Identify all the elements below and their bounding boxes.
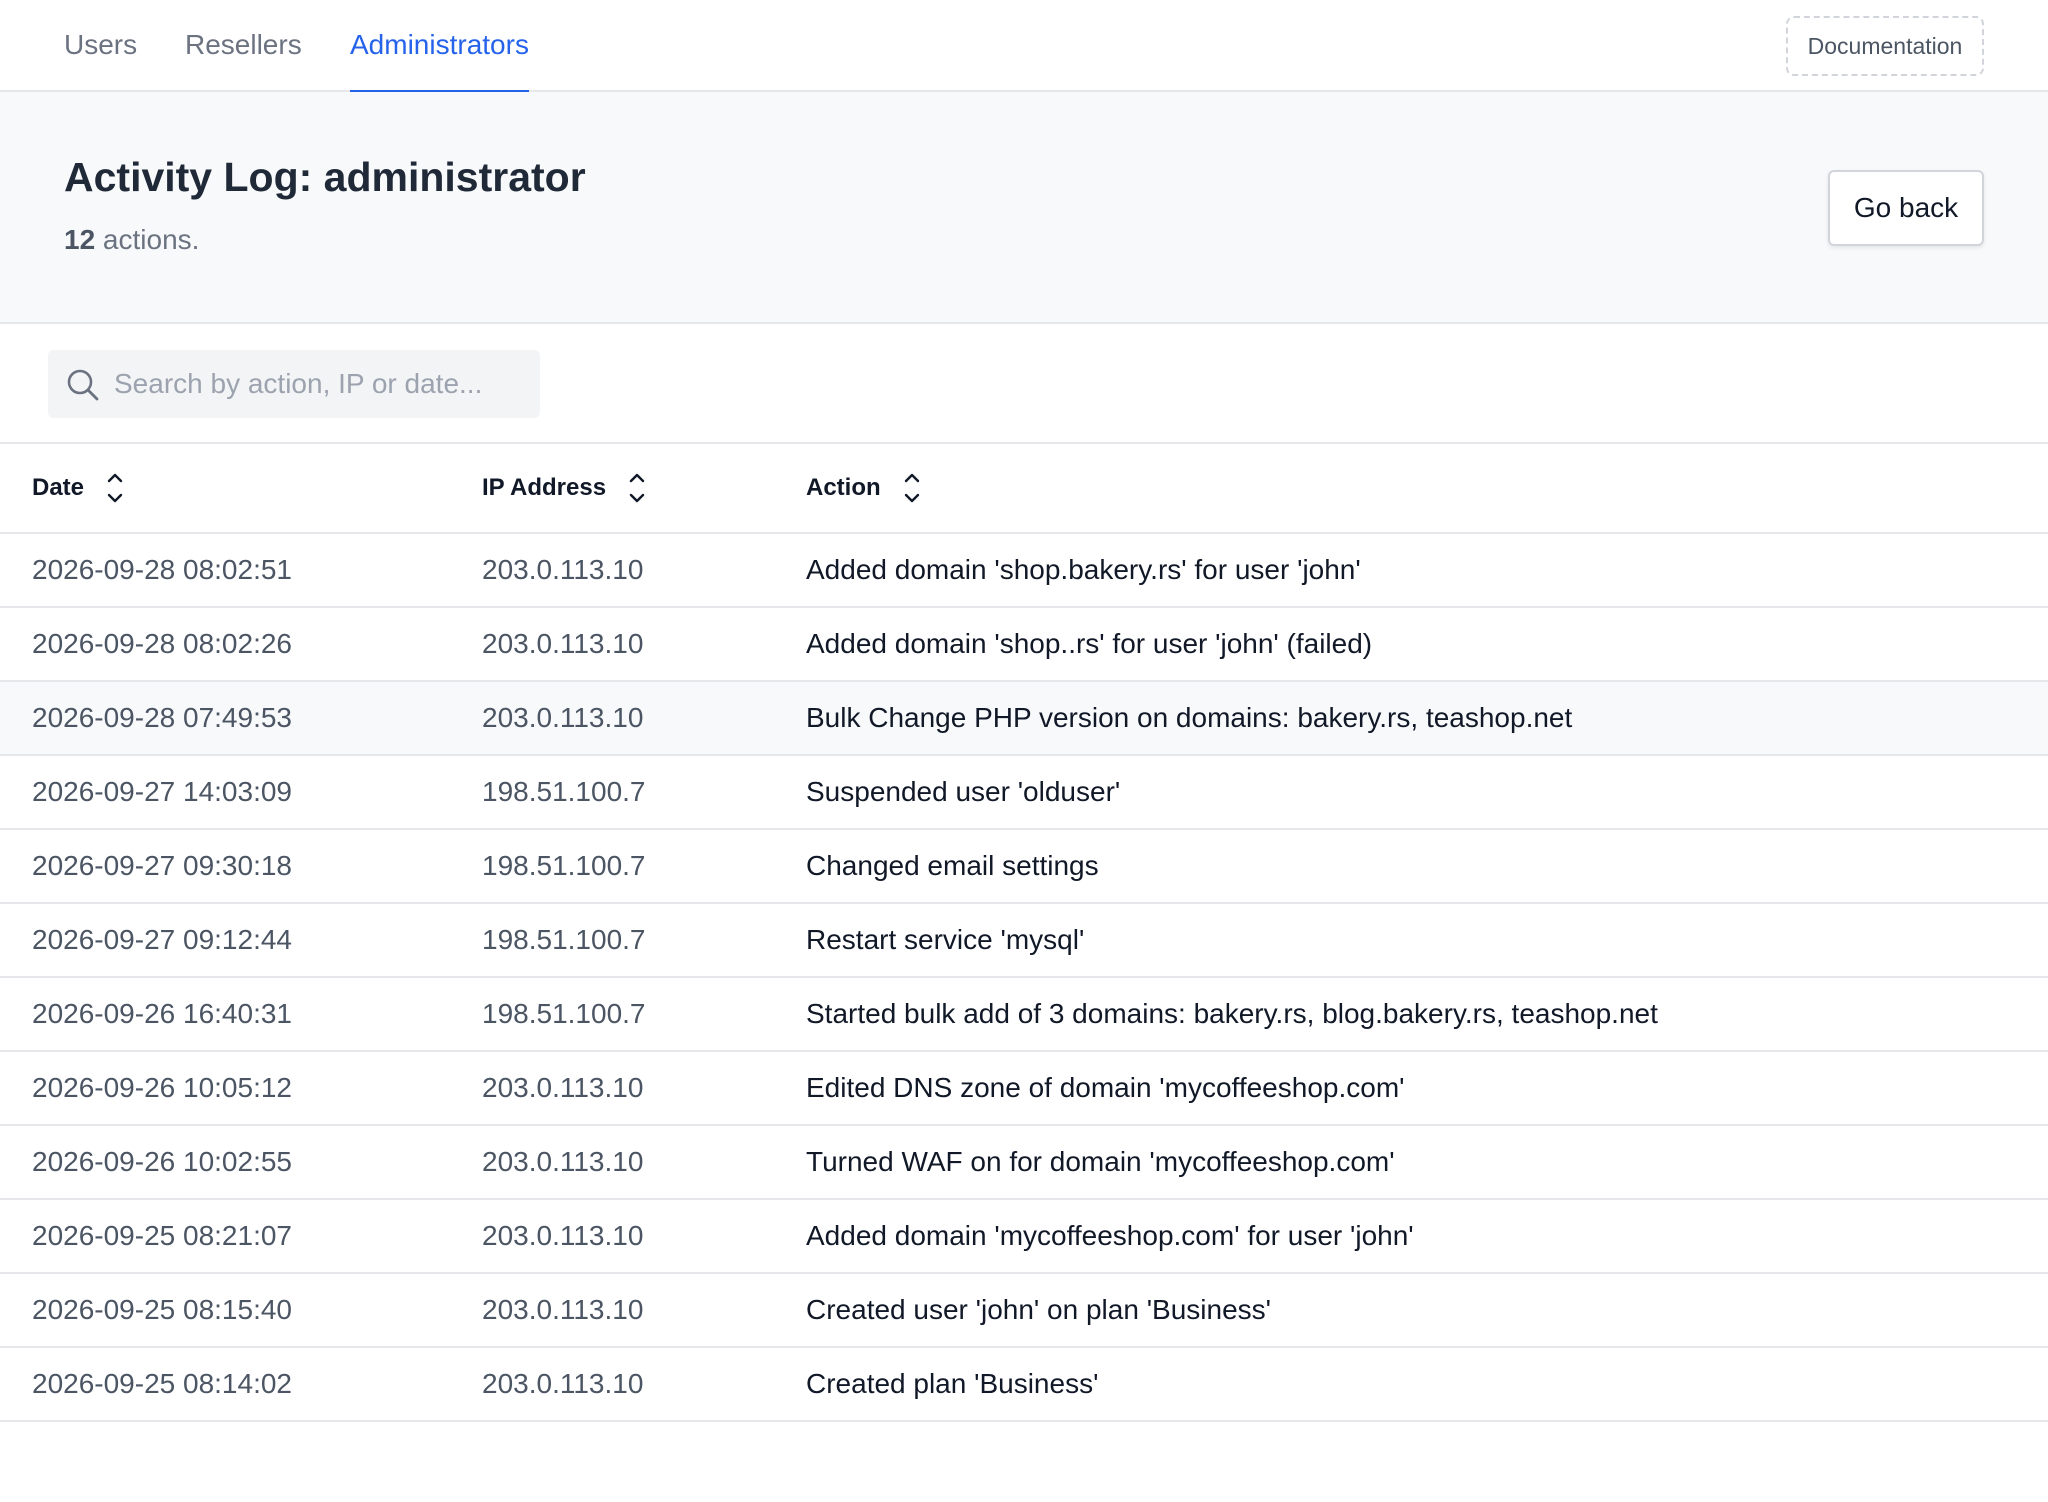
cell-date: 2026-09-27 09:12:44 <box>32 924 292 955</box>
table-body: 2026-09-28 08:02:51 203.0.113.10 Added d… <box>0 534 2048 1422</box>
sort-icon[interactable] <box>901 466 923 510</box>
cell-date: 2026-09-25 08:14:02 <box>32 1368 292 1399</box>
page-header: Activity Log: administrator 12 actions. … <box>0 92 2048 324</box>
documentation-button[interactable]: Documentation <box>1786 16 1984 76</box>
cell-action: Edited DNS zone of domain 'mycoffeeshop.… <box>806 1072 1405 1103</box>
cell-date: 2026-09-28 08:02:26 <box>32 628 292 659</box>
go-back-button[interactable]: Go back <box>1828 170 1984 246</box>
table-row[interactable]: 2026-09-28 08:02:26 203.0.113.10 Added d… <box>0 608 2048 682</box>
action-count-number: 12 <box>64 224 96 255</box>
column-label-action: Action <box>806 474 881 501</box>
table-row[interactable]: 2026-09-27 14:03:09 198.51.100.7 Suspend… <box>0 756 2048 830</box>
action-count: 12 actions. <box>64 224 199 256</box>
cell-action: Added domain 'shop.bakery.rs' for user '… <box>806 554 1361 585</box>
cell-action: Changed email settings <box>806 850 1099 881</box>
column-header-action[interactable]: Action <box>806 444 923 532</box>
cell-ip: 203.0.113.10 <box>482 1146 644 1177</box>
cell-date: 2026-09-27 14:03:09 <box>32 776 292 807</box>
table-header: Date IP Address Action <box>0 444 2048 534</box>
cell-ip: 198.51.100.7 <box>482 998 646 1029</box>
search-input[interactable] <box>114 350 534 418</box>
cell-date: 2026-09-28 07:49:53 <box>32 702 292 733</box>
cell-date: 2026-09-26 10:05:12 <box>32 1072 292 1103</box>
cell-ip: 198.51.100.7 <box>482 776 646 807</box>
cell-action: Added domain 'mycoffeeshop.com' for user… <box>806 1220 1414 1251</box>
table-row[interactable]: 2026-09-27 09:30:18 198.51.100.7 Changed… <box>0 830 2048 904</box>
cell-action: Restart service 'mysql' <box>806 924 1085 955</box>
table-row[interactable]: 2026-09-26 10:02:55 203.0.113.10 Turned … <box>0 1126 2048 1200</box>
table-row[interactable]: 2026-09-25 08:15:40 203.0.113.10 Created… <box>0 1274 2048 1348</box>
cell-date: 2026-09-26 16:40:31 <box>32 998 292 1029</box>
search-box[interactable] <box>48 350 540 418</box>
table-row-hovered[interactable]: 2026-09-28 07:49:53 203.0.113.10 Bulk Ch… <box>0 682 2048 756</box>
table-row[interactable]: 2026-09-26 10:05:12 203.0.113.10 Edited … <box>0 1052 2048 1126</box>
cell-date: 2026-09-28 08:02:51 <box>32 554 292 585</box>
cell-ip: 198.51.100.7 <box>482 924 646 955</box>
table-row[interactable]: 2026-09-27 09:12:44 198.51.100.7 Restart… <box>0 904 2048 978</box>
cell-date: 2026-09-25 08:15:40 <box>32 1294 292 1325</box>
cell-ip: 203.0.113.10 <box>482 1294 644 1325</box>
column-header-date[interactable]: Date <box>32 444 126 532</box>
action-count-suffix: actions. <box>95 224 200 255</box>
sort-icon[interactable] <box>104 466 126 510</box>
cell-action: Started bulk add of 3 domains: bakery.rs… <box>806 998 1658 1029</box>
cell-ip: 203.0.113.10 <box>482 1220 644 1251</box>
cell-action: Created plan 'Business' <box>806 1368 1099 1399</box>
column-label-date: Date <box>32 474 85 501</box>
column-header-ip[interactable]: IP Address <box>482 444 648 532</box>
cell-ip: 203.0.113.10 <box>482 554 644 585</box>
table-row[interactable]: 2026-09-26 16:40:31 198.51.100.7 Started… <box>0 978 2048 1052</box>
column-label-ip: IP Address <box>482 474 607 501</box>
cell-ip: 203.0.113.10 <box>482 702 644 733</box>
cell-action: Turned WAF on for domain 'mycoffeeshop.c… <box>806 1146 1395 1177</box>
cell-action: Added domain 'shop..rs' for user 'john' … <box>806 628 1373 659</box>
tab-administrators[interactable]: Administrators <box>350 0 529 94</box>
cell-action: Created user 'john' on plan 'Business' <box>806 1294 1271 1325</box>
top-navigation: Users Resellers Administrators Documenta… <box>0 0 2048 94</box>
tab-resellers[interactable]: Resellers <box>185 0 302 92</box>
cell-date: 2026-09-27 09:30:18 <box>32 850 292 881</box>
cell-ip: 198.51.100.7 <box>482 850 646 881</box>
search-bar-area <box>0 324 2048 444</box>
table-row[interactable]: 2026-09-25 08:21:07 203.0.113.10 Added d… <box>0 1200 2048 1274</box>
cell-ip: 203.0.113.10 <box>482 1072 644 1103</box>
cell-ip: 203.0.113.10 <box>482 1368 644 1399</box>
page-title: Activity Log: administrator <box>64 154 586 200</box>
table-row[interactable]: 2026-09-25 08:14:02 203.0.113.10 Created… <box>0 1348 2048 1422</box>
sort-icon[interactable] <box>626 466 648 510</box>
cell-action: Suspended user 'olduser' <box>806 776 1121 807</box>
search-icon <box>67 369 99 401</box>
cell-date: 2026-09-25 08:21:07 <box>32 1220 292 1251</box>
table-row[interactable]: 2026-09-28 08:02:51 203.0.113.10 Added d… <box>0 534 2048 608</box>
cell-ip: 203.0.113.10 <box>482 628 644 659</box>
cell-date: 2026-09-26 10:02:55 <box>32 1146 292 1177</box>
tab-users[interactable]: Users <box>64 0 137 92</box>
cell-action: Bulk Change PHP version on domains: bake… <box>806 702 1573 733</box>
